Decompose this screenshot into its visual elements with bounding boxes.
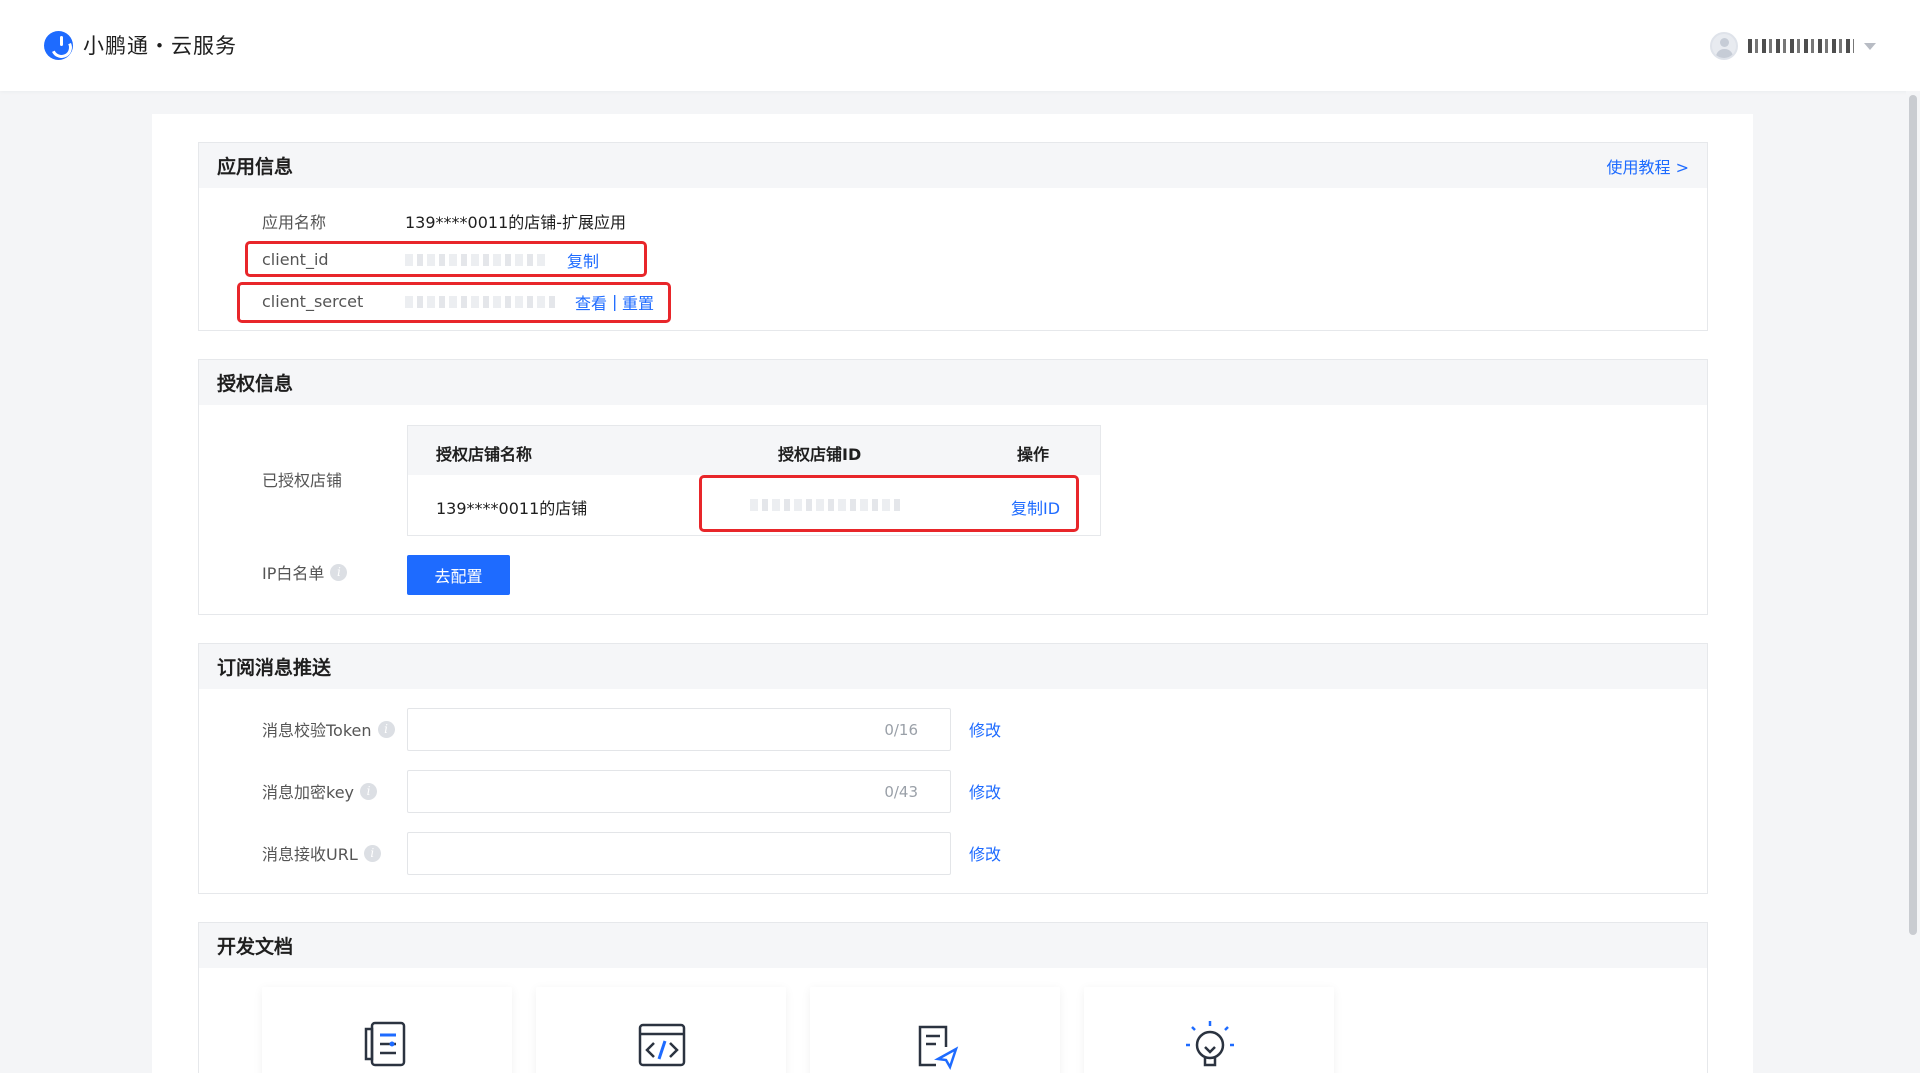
col-shop-id: 授权店铺ID: [778, 445, 862, 464]
section-title: 应用信息: [217, 156, 294, 178]
scrollbar-thumb[interactable]: [1909, 95, 1917, 935]
authorized-shop-label: 已授权店铺: [262, 471, 343, 490]
app-name-label: 应用名称: [262, 213, 327, 232]
encrypt-key-input[interactable]: 0/43: [407, 770, 951, 813]
shop-id-highlight: [699, 475, 1079, 532]
view-secret-link[interactable]: 查看: [575, 290, 607, 314]
col-action: 操作: [1017, 445, 1050, 464]
brand-name: 小鹏通・云服务: [83, 34, 237, 58]
avatar-icon: [1710, 32, 1738, 60]
encrypt-key-label: 消息加密key: [262, 783, 355, 802]
edit-encrypt-key-link[interactable]: 修改: [969, 779, 1001, 803]
auth-info-header: 授权信息: [199, 360, 1707, 405]
table-header: 授权店铺名称 授权店铺ID 操作: [408, 426, 1100, 475]
main-panel: 应用信息 使用教程 > 应用名称 139****0011的店铺-扩展应用 cli…: [152, 114, 1753, 1073]
info-icon[interactable]: i: [363, 844, 381, 862]
client-secret-masked: [405, 296, 555, 308]
client-secret-row: client_sercet 查看 | 重置: [262, 290, 662, 314]
info-icon[interactable]: i: [377, 720, 395, 738]
brand[interactable]: 小鹏通・云服务: [44, 30, 237, 60]
encrypt-key-counter: 0/43: [884, 783, 918, 801]
receive-url-row: 消息接收URL i: [262, 841, 381, 865]
user-menu[interactable]: [1710, 32, 1876, 60]
edit-token-link[interactable]: 修改: [969, 717, 1001, 741]
app-info-section: 应用信息 使用教程 > 应用名称 139****0011的店铺-扩展应用 cli…: [198, 142, 1708, 331]
app-name-value: 139****0011的店铺-扩展应用: [405, 213, 627, 232]
client-secret-label: client_sercet: [262, 292, 364, 311]
document-send-icon: [918, 1025, 959, 1071]
section-title: 开发文档: [217, 936, 294, 958]
configure-button[interactable]: 去配置: [407, 555, 510, 595]
info-icon[interactable]: i: [360, 782, 378, 800]
subscription-header: 订阅消息推送: [199, 644, 1707, 689]
edit-receive-url-link[interactable]: 修改: [969, 841, 1001, 865]
link-separator: |: [612, 292, 618, 311]
col-shop-name: 授权店铺名称: [436, 445, 533, 464]
token-row: 消息校验Token i: [262, 717, 395, 741]
receive-url-label: 消息接收URL: [262, 845, 358, 864]
ip-whitelist-label: IP白名单: [262, 564, 325, 583]
brand-logo-icon: [44, 30, 73, 60]
authorized-shop-row: 已授权店铺: [262, 467, 342, 491]
token-label: 消息校验Token: [262, 721, 372, 740]
app-name-row: 应用名称 139****0011的店铺-扩展应用: [262, 209, 626, 233]
chevron-down-icon: [1864, 42, 1876, 50]
client-id-row: client_id 复制: [262, 248, 642, 272]
shop-name-cell: 139****0011的店铺: [436, 499, 588, 518]
dev-docs-header: 开发文档: [199, 923, 1707, 968]
token-counter: 0/16: [884, 721, 918, 739]
doc-card[interactable]: [536, 987, 786, 1073]
user-name-masked: [1748, 39, 1854, 53]
code-icon: [638, 1023, 686, 1067]
tutorial-link[interactable]: 使用教程 >: [1607, 154, 1690, 178]
top-navbar: 小鹏通・云服务: [0, 0, 1920, 91]
ip-whitelist-row: IP白名单 i: [262, 560, 348, 584]
scrollbar[interactable]: [1906, 91, 1920, 1073]
app-info-header: 应用信息 使用教程 >: [199, 143, 1707, 188]
encrypt-key-row: 消息加密key i: [262, 779, 378, 803]
auth-info-section: 授权信息 已授权店铺 授权店铺名称 授权店铺ID 操作 139****0011的…: [198, 359, 1708, 615]
dev-docs-section: 开发文档: [198, 922, 1708, 1073]
api-list-icon: [364, 1021, 406, 1067]
client-id-label: client_id: [262, 250, 329, 269]
subscription-section: 订阅消息推送 消息校验Token i 0/16 修改 消息加密key i 0/4…: [198, 643, 1708, 894]
doc-card[interactable]: [810, 987, 1060, 1073]
receive-url-input[interactable]: [407, 832, 951, 875]
section-title: 授权信息: [217, 373, 294, 395]
client-id-masked: [405, 254, 545, 266]
copy-client-id-link[interactable]: 复制: [567, 248, 599, 272]
doc-card[interactable]: [262, 987, 512, 1073]
doc-card[interactable]: [1084, 987, 1334, 1073]
lightbulb-icon: [1186, 1021, 1234, 1067]
section-title: 订阅消息推送: [217, 657, 332, 679]
token-input[interactable]: 0/16: [407, 708, 951, 751]
reset-secret-link[interactable]: 重置: [622, 290, 654, 314]
info-icon[interactable]: i: [330, 563, 348, 581]
